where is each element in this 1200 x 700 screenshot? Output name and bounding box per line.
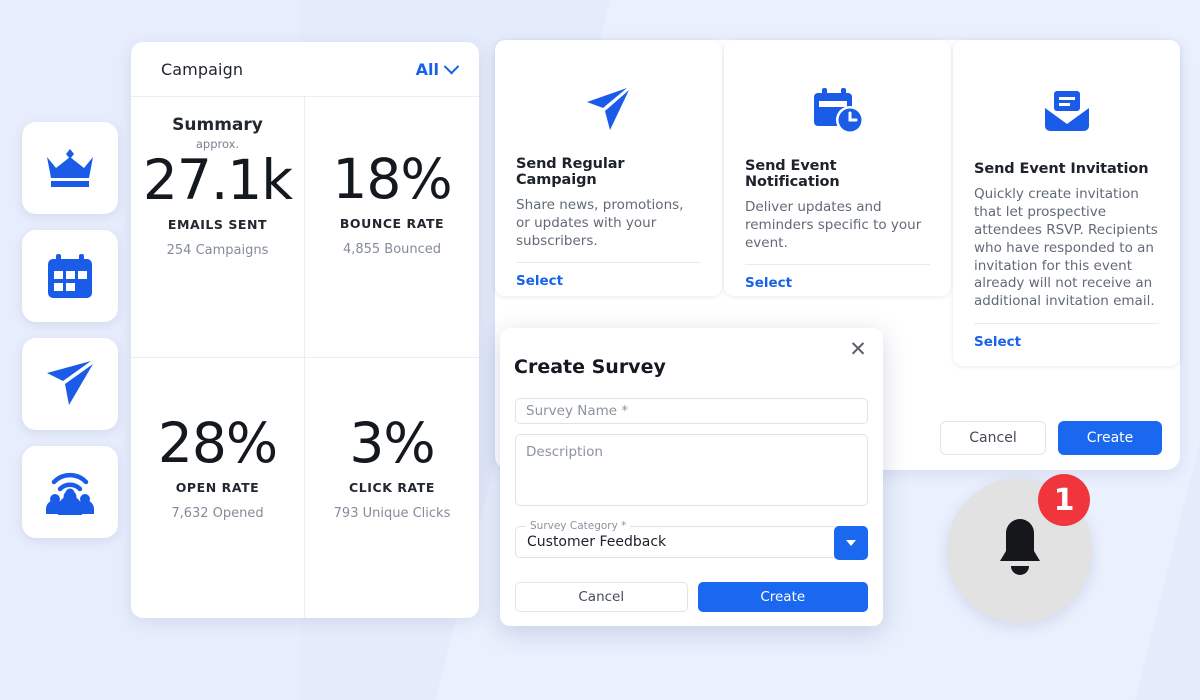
stat-sublabel: 7,632 Opened bbox=[171, 505, 264, 521]
rail-item-events[interactable] bbox=[22, 230, 118, 322]
panel-cancel-button[interactable]: Cancel bbox=[940, 421, 1046, 455]
send-icon bbox=[43, 359, 97, 409]
campaign-type-card-row: Send Regular Campaign Share news, promot… bbox=[495, 40, 1180, 366]
campaign-stats-grid: Summary approx. 27.1k EMAILS SENT 254 Ca… bbox=[131, 97, 479, 618]
campaign-card-header: Campaign All bbox=[131, 42, 479, 97]
caret-glyph bbox=[846, 540, 856, 546]
survey-description-input[interactable] bbox=[515, 434, 868, 506]
stat-value: 27.1k bbox=[142, 148, 293, 212]
stat-sublabel: 793 Unique Clicks bbox=[333, 505, 451, 521]
survey-category-select[interactable]: Survey Category * Customer Feedback bbox=[515, 520, 868, 560]
option-title: Send Event Notification bbox=[745, 158, 840, 190]
survey-category-label: Survey Category * bbox=[526, 520, 631, 532]
campaign-card-title: Campaign bbox=[161, 59, 244, 79]
dialog-footer: Cancel Create bbox=[500, 582, 883, 626]
stat-sublabel: 4,855 Bounced bbox=[342, 242, 442, 258]
campaign-summary-card: Campaign All Summary approx. 27.1k EMAIL… bbox=[131, 42, 479, 618]
open-envelope-icon bbox=[974, 86, 1159, 139]
stat-label: EMAILS SENT bbox=[167, 217, 268, 233]
paper-plane-icon bbox=[516, 86, 701, 134]
dialog-title: Create Survey bbox=[514, 356, 666, 378]
notification-badge: 1 bbox=[1038, 474, 1090, 526]
bell-icon bbox=[987, 515, 1053, 587]
option-select-link[interactable]: Select bbox=[974, 324, 1159, 352]
option-description: Deliver updates and reminders specific t… bbox=[745, 199, 922, 251]
dialog-create-button[interactable]: Create bbox=[697, 582, 868, 612]
stat-label: CLICK RATE bbox=[349, 479, 435, 495]
left-icon-rail bbox=[22, 122, 118, 538]
option-select-link[interactable]: Select bbox=[516, 263, 701, 291]
crown-icon bbox=[44, 145, 96, 191]
option-title: Send Regular Campaign bbox=[516, 156, 625, 188]
stat-label: OPEN RATE bbox=[175, 479, 260, 495]
chevron-down-icon[interactable] bbox=[834, 526, 868, 560]
stat-click-rate: 3% CLICK RATE 793 Unique Clicks bbox=[305, 358, 479, 619]
create-survey-dialog: ✕ Create Survey Survey Category * Custom… bbox=[500, 328, 883, 626]
stat-label: BOUNCE RATE bbox=[339, 216, 445, 232]
panel-action-bar: Cancel Create bbox=[940, 421, 1162, 455]
rail-item-premium[interactable] bbox=[22, 122, 118, 214]
panel-create-button[interactable]: Create bbox=[1058, 421, 1162, 455]
calendar-icon bbox=[45, 252, 95, 300]
calendar-clock-icon bbox=[745, 86, 930, 136]
stat-sublabel: 254 Campaigns bbox=[166, 243, 269, 259]
survey-name-input[interactable] bbox=[515, 398, 868, 424]
option-description: Quickly create invitation that let prosp… bbox=[974, 186, 1158, 310]
campaign-filter-dropdown[interactable]: All bbox=[415, 58, 460, 79]
rail-item-campaigns[interactable] bbox=[22, 338, 118, 430]
dialog-body: Survey Category * Customer Feedback bbox=[500, 378, 883, 582]
option-description: Share news, promotions, or updates with … bbox=[516, 197, 684, 249]
app-canvas: Campaign All Summary approx. 27.1k EMAIL… bbox=[0, 0, 1200, 700]
chevron-down-icon bbox=[443, 58, 460, 74]
notification-widget: 1 bbox=[947, 474, 1092, 623]
stat-value: 3% bbox=[349, 410, 435, 475]
campaign-filter-label: All bbox=[415, 59, 439, 79]
stat-emails-sent: Summary approx. 27.1k EMAILS SENT 254 Ca… bbox=[131, 97, 305, 358]
audience-broadcast-icon bbox=[44, 468, 96, 516]
survey-category-value: Customer Feedback bbox=[527, 534, 667, 550]
summary-heading: Summary bbox=[172, 115, 263, 135]
close-icon[interactable]: ✕ bbox=[845, 336, 871, 362]
option-title: Send Event Invitation bbox=[974, 161, 1149, 178]
stat-bounce-rate: 18% BOUNCE RATE 4,855 Bounced bbox=[305, 97, 479, 358]
stat-open-rate: 28% OPEN RATE 7,632 Opened bbox=[131, 357, 305, 618]
dialog-cancel-button[interactable]: Cancel bbox=[515, 582, 688, 612]
option-card-event-invitation[interactable]: Send Event Invitation Quickly create inv… bbox=[953, 40, 1180, 366]
rail-item-audience[interactable] bbox=[22, 446, 118, 538]
option-card-event-notification[interactable]: Send Event Notification Deliver updates … bbox=[724, 40, 951, 296]
option-card-regular-campaign[interactable]: Send Regular Campaign Share news, promot… bbox=[495, 40, 722, 296]
stat-value: 18% bbox=[332, 147, 452, 211]
stat-value: 28% bbox=[157, 410, 278, 475]
option-select-link[interactable]: Select bbox=[745, 265, 930, 293]
